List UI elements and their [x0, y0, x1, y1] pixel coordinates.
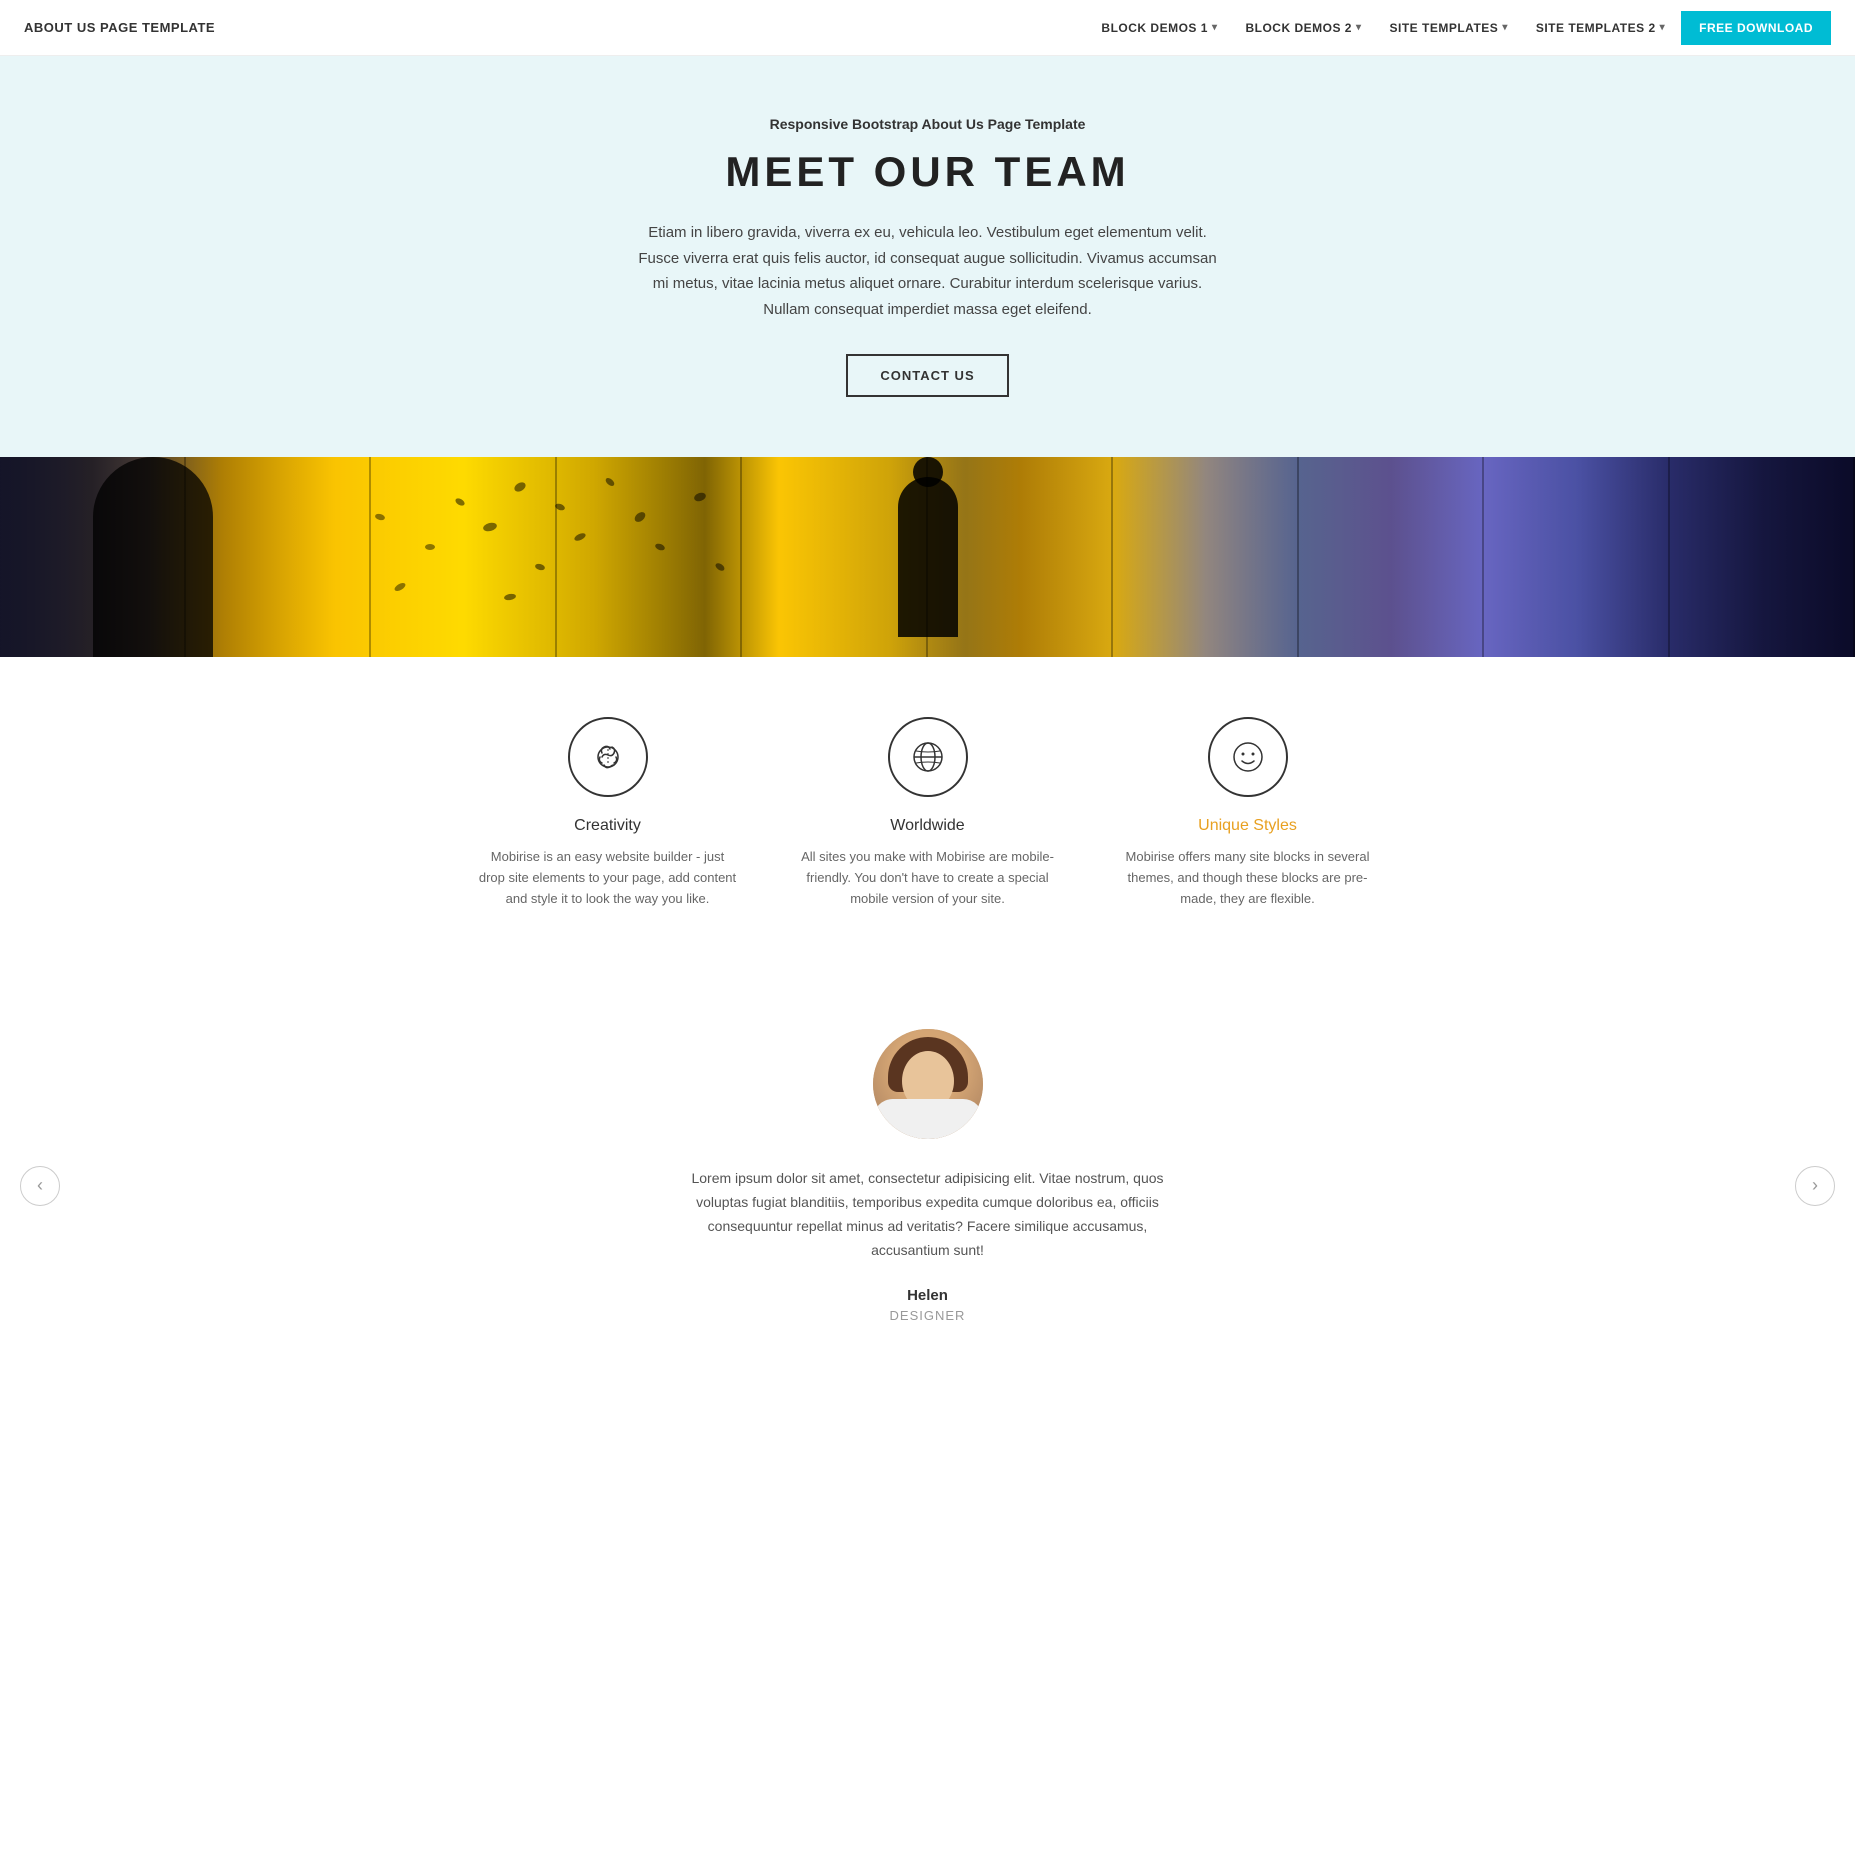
dropdown-caret-1: ▾ [1212, 22, 1218, 33]
nav-item-block-demos-1[interactable]: BLOCK DEMOS 1 ▾ [1089, 13, 1229, 43]
nav-item-block-demos-2[interactable]: BLOCK DEMOS 2 ▾ [1233, 13, 1373, 43]
silhouette-center [898, 477, 958, 637]
dropdown-caret-4: ▾ [1660, 22, 1666, 33]
features-section: Creativity Mobirise is an easy website b… [0, 657, 1855, 969]
testimonial-quote: Lorem ipsum dolor sit amet, consectetur … [688, 1167, 1168, 1262]
silhouette-left [93, 457, 213, 657]
smiley-icon [1226, 735, 1270, 779]
feature-creativity: Creativity Mobirise is an easy website b… [478, 717, 738, 909]
nav-link-site-templates-2[interactable]: SITE TEMPLATES 2 ▾ [1524, 13, 1677, 43]
nav-link-block-demos-2[interactable]: BLOCK DEMOS 2 ▾ [1233, 13, 1373, 43]
feature-unique-styles: Unique Styles Mobirise offers many site … [1118, 717, 1378, 909]
hero-section: Responsive Bootstrap About Us Page Templ… [0, 56, 1855, 457]
bar-3 [371, 457, 557, 657]
creativity-title: Creativity [478, 817, 738, 835]
nav-link-site-templates[interactable]: SITE TEMPLATES ▾ [1378, 13, 1520, 43]
creativity-desc: Mobirise is an easy website builder - ju… [478, 847, 738, 909]
navbar-brand: ABOUT US PAGE TEMPLATE [24, 20, 215, 35]
nav-item-site-templates[interactable]: SITE TEMPLATES ▾ [1378, 13, 1520, 43]
next-icon: › [1812, 1175, 1818, 1196]
banner-image [0, 457, 1855, 657]
nav-item-site-templates-2[interactable]: SITE TEMPLATES 2 ▾ [1524, 13, 1677, 43]
nav-item-download[interactable]: FREE DOWNLOAD [1681, 11, 1831, 45]
feature-worldwide: Worldwide All sites you make with Mobiri… [798, 717, 1058, 909]
features-grid: Creativity Mobirise is an easy website b… [478, 717, 1378, 909]
testimonial-name: Helen [40, 1287, 1815, 1304]
worldwide-title: Worldwide [798, 817, 1058, 835]
free-download-button[interactable]: FREE DOWNLOAD [1681, 11, 1831, 45]
carousel-next-button[interactable]: › [1795, 1166, 1835, 1206]
globe-icon [906, 735, 950, 779]
navbar: ABOUT US PAGE TEMPLATE BLOCK DEMOS 1 ▾ B… [0, 0, 1855, 56]
nav-link-block-demos-1[interactable]: BLOCK DEMOS 1 ▾ [1089, 13, 1229, 43]
bar-2 [186, 457, 372, 657]
dropdown-caret-2: ▾ [1356, 22, 1362, 33]
bar-8 [1299, 457, 1485, 657]
brain-icon [586, 735, 630, 779]
contact-us-button[interactable]: CONTACT US [846, 354, 1008, 397]
worldwide-desc: All sites you make with Mobirise are mob… [798, 847, 1058, 909]
bar-7 [1113, 457, 1299, 657]
hero-description: Etiam in libero gravida, viverra ex eu, … [638, 220, 1218, 322]
dropdown-caret-3: ▾ [1502, 22, 1508, 33]
unique-styles-desc: Mobirise offers many site blocks in seve… [1118, 847, 1378, 909]
prev-icon: ‹ [37, 1175, 43, 1196]
carousel-prev-button[interactable]: ‹ [20, 1166, 60, 1206]
bar-4 [557, 457, 743, 657]
testimonial-section: ‹ Lorem ipsum dolor sit amet, consectetu… [0, 969, 1855, 1402]
bar-10 [1670, 457, 1855, 657]
creativity-icon-container [568, 717, 648, 797]
unique-styles-icon-container [1208, 717, 1288, 797]
worldwide-icon-container [888, 717, 968, 797]
hero-title: MEET OUR TEAM [40, 148, 1815, 196]
unique-styles-title: Unique Styles [1118, 817, 1378, 835]
nav-menu: BLOCK DEMOS 1 ▾ BLOCK DEMOS 2 ▾ SITE TEM… [1089, 11, 1831, 45]
avatar-shoulder [873, 1099, 983, 1139]
hero-subtitle: Responsive Bootstrap About Us Page Templ… [40, 116, 1815, 132]
testimonial-role: DESIGNER [40, 1308, 1815, 1323]
bar-9 [1484, 457, 1670, 657]
testimonial-avatar [873, 1029, 983, 1139]
